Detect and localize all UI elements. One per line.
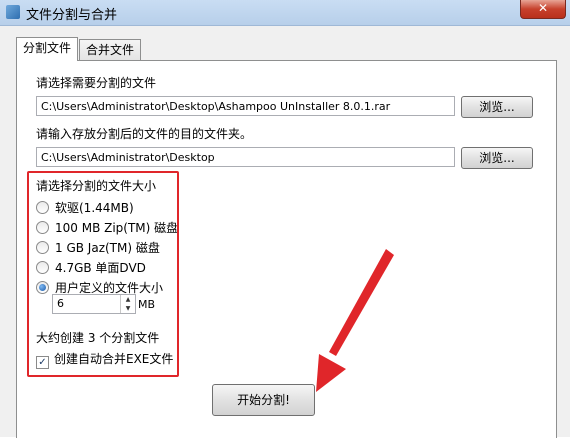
source-file-label: 请选择需要分割的文件: [36, 76, 157, 90]
window-client: 分割文件 合并文件 请选择需要分割的文件 C:\Users\Administra…: [0, 26, 570, 438]
start-split-button[interactable]: 开始分割!: [212, 384, 315, 416]
annotation-arrow-icon: [316, 249, 394, 392]
destination-input[interactable]: C:\Users\Administrator\Desktop: [36, 147, 455, 167]
tab-merge[interactable]: 合并文件: [79, 39, 142, 61]
highlight-box: [27, 171, 179, 377]
app-icon: [6, 5, 20, 19]
source-file-input[interactable]: C:\Users\Administrator\Desktop\Ashampoo …: [36, 96, 455, 116]
title-bar: 文件分割与合并 ✕: [0, 0, 570, 26]
tab-split[interactable]: 分割文件: [16, 37, 79, 61]
close-button[interactable]: ✕: [520, 0, 566, 19]
window-title: 文件分割与合并: [26, 8, 118, 23]
source-browse-button[interactable]: 浏览...: [461, 96, 533, 118]
destination-label: 请输入存放分割后的文件的目的文件夹。: [36, 127, 253, 141]
destination-browse-button[interactable]: 浏览...: [461, 147, 533, 169]
